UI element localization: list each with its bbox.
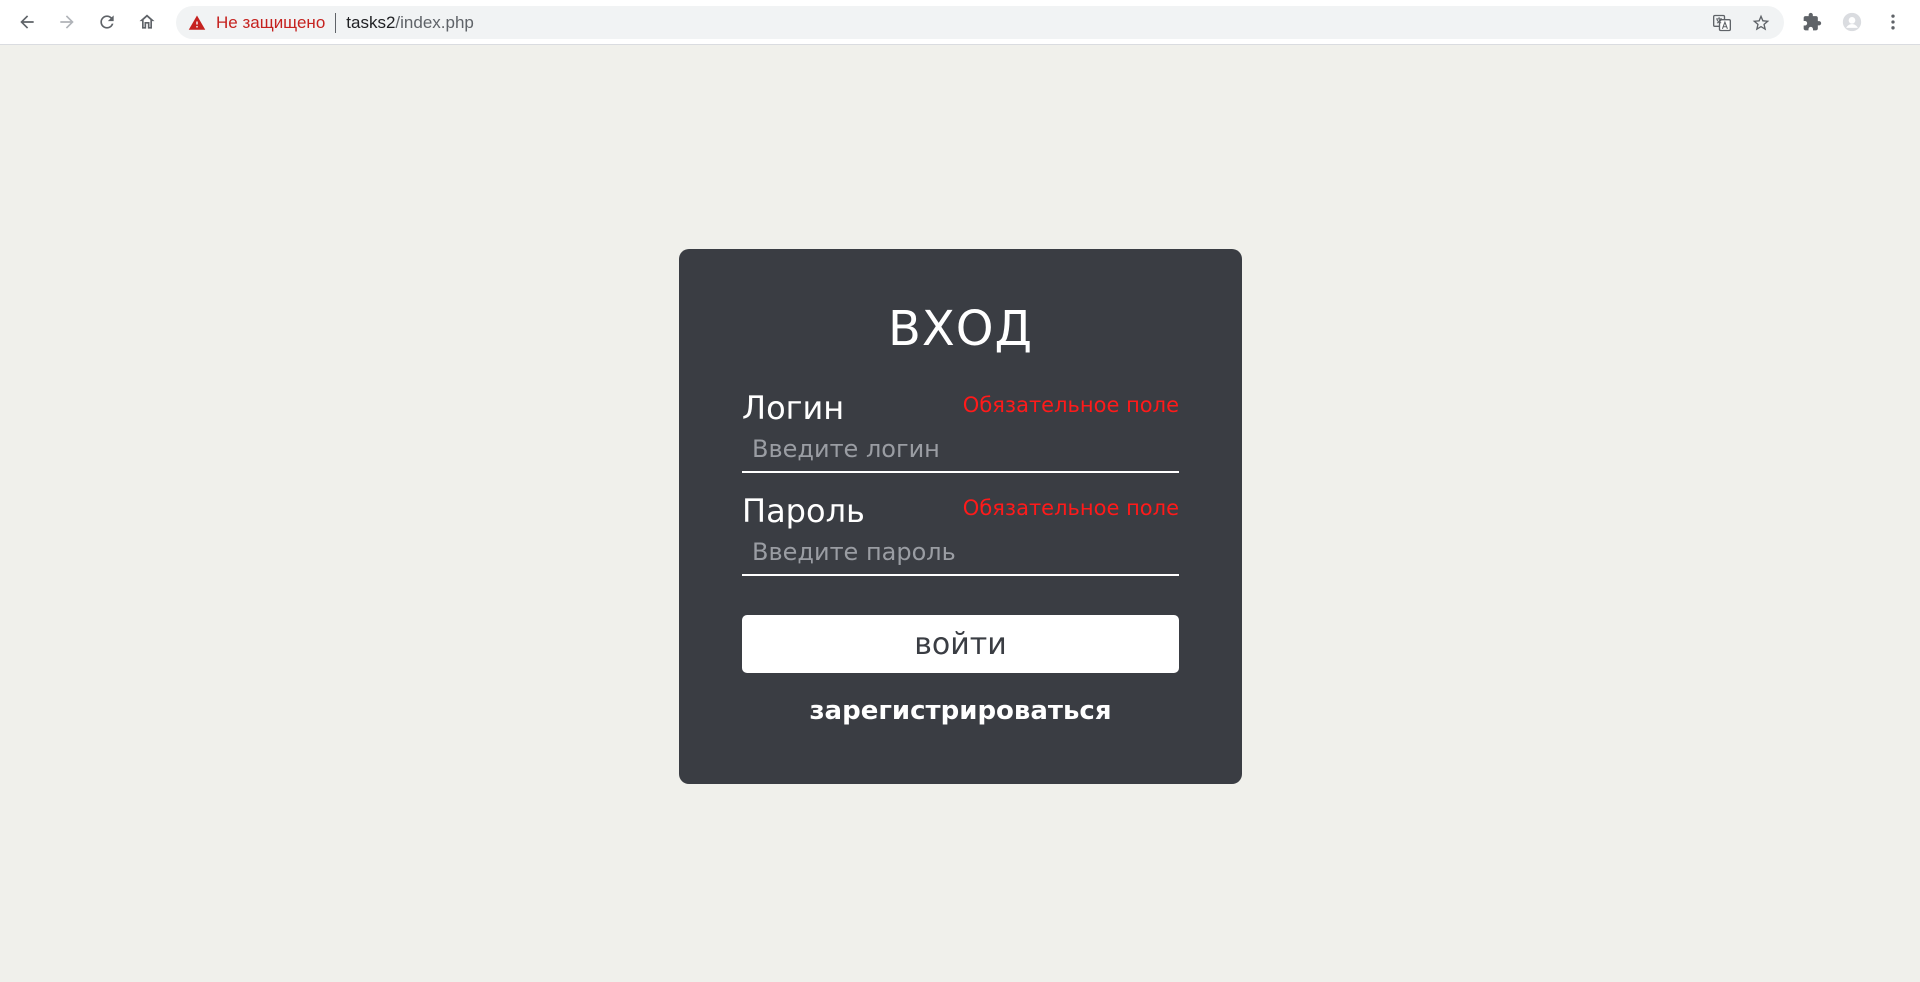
reload-icon xyxy=(100,15,114,29)
security-indicator[interactable]: Не защищено xyxy=(188,6,325,39)
forward-button[interactable] xyxy=(52,7,82,37)
warning-triangle-icon xyxy=(188,15,206,30)
three-dots-vertical-icon xyxy=(1891,14,1895,30)
extensions-button[interactable] xyxy=(1798,8,1826,36)
login-error-message: Обязательное поле xyxy=(962,393,1179,417)
translate-icon xyxy=(1713,14,1731,32)
home-button[interactable] xyxy=(132,7,162,37)
translate-button[interactable] xyxy=(1709,10,1735,36)
puzzle-icon xyxy=(1803,12,1822,31)
browser-menu-button[interactable] xyxy=(1879,8,1907,36)
login-title: ВХОД xyxy=(887,301,1034,357)
security-label: Не защищено xyxy=(216,12,326,32)
register-link[interactable]: зарегистрироваться xyxy=(679,696,1242,726)
login-label: Логин xyxy=(742,389,845,427)
password-input[interactable] xyxy=(742,530,1179,576)
login-submit-button[interactable]: войти xyxy=(742,615,1179,673)
address-divider xyxy=(335,12,337,33)
bookmark-button[interactable] xyxy=(1748,10,1774,36)
url-path: /index.php xyxy=(395,12,474,32)
login-input[interactable] xyxy=(742,427,1179,473)
password-label: Пароль xyxy=(742,492,865,530)
login-card: ВХОД Логин Обязательное поле Пароль Обяз… xyxy=(679,249,1242,784)
browser-toolbar: Не защищено tasks2/index.php xyxy=(0,0,1920,45)
url-text[interactable]: tasks2/index.php xyxy=(346,13,474,33)
address-bar[interactable]: Не защищено tasks2/index.php xyxy=(176,6,1784,39)
home-icon xyxy=(139,14,155,29)
avatar-icon xyxy=(1842,12,1862,32)
forward-arrow-icon xyxy=(60,15,74,29)
password-error-message: Обязательное поле xyxy=(962,496,1179,520)
back-arrow-icon xyxy=(20,15,34,29)
reload-button[interactable] xyxy=(92,7,122,37)
url-host: tasks2 xyxy=(346,12,396,32)
profile-button[interactable] xyxy=(1838,8,1866,36)
back-button[interactable] xyxy=(12,7,42,37)
star-icon xyxy=(1752,14,1770,31)
